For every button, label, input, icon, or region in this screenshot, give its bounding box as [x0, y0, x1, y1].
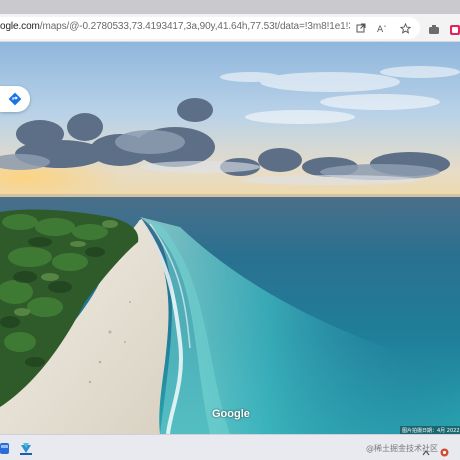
url-host: ogle.com [0, 21, 40, 32]
app-icon-teal[interactable] [18, 440, 34, 456]
screen: ogle.com/maps/@-0.2780533,73.4193417,3a,… [0, 0, 460, 460]
chevron-up-icon[interactable] [422, 442, 438, 458]
svg-text:ᴬ: ᴬ [384, 25, 387, 31]
extension-icon[interactable] [428, 21, 442, 35]
street-view-panorama[interactable] [0, 42, 460, 434]
directions-button[interactable] [0, 86, 30, 112]
favorite-star-icon[interactable] [398, 21, 412, 35]
open-in-app-icon[interactable] [354, 21, 368, 35]
browser-titlebar [0, 0, 460, 14]
svg-text:A: A [377, 25, 384, 33]
read-aloud-icon[interactable]: Aᴬ [376, 21, 390, 35]
address-bar[interactable]: ogle.com/maps/@-0.2780533,73.4193417,3a,… [0, 17, 420, 39]
url-text[interactable]: ogle.com/maps/@-0.2780533,73.4193417,3a,… [0, 21, 350, 32]
tray-app-icon[interactable] [440, 442, 456, 458]
directions-icon [8, 92, 22, 106]
taskbar: @稀土掘金技术社区 [0, 434, 460, 460]
profile-extension-icon[interactable] [449, 21, 460, 35]
url-path: /maps/@-0.2780533,73.4193417,3a,90y,41.6… [39, 21, 350, 32]
aerial-beach-scene [0, 42, 460, 434]
address-bar-row: ogle.com/maps/@-0.2780533,73.4193417,3a,… [0, 14, 460, 42]
google-logo: Google [212, 408, 250, 420]
app-icon-blue[interactable] [0, 440, 16, 456]
